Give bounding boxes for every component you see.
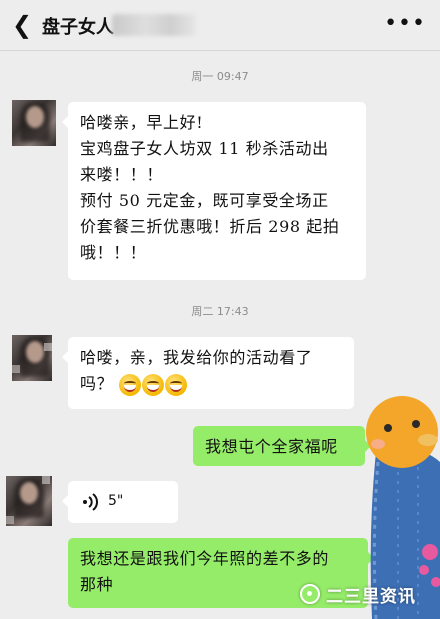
message-line: 我想还是跟我们今年照的差不多的 xyxy=(80,549,330,568)
voice-wave-icon xyxy=(83,493,98,511)
message-bubble-incoming[interactable]: 哈喽亲，早上好! 宝鸡盘子女人坊双 11 秒杀活动出 来喽！！！ 预付 50 元… xyxy=(62,102,366,280)
message-line: 预付 50 元定金，既可享受全场正 xyxy=(80,191,329,210)
message-bubble-incoming[interactable]: 哈喽，亲，我发给你的活动看了 吗？ xyxy=(62,337,354,409)
message-line: 吗？ xyxy=(80,374,114,393)
blurred-contact-name xyxy=(112,14,196,36)
watermark-text: 二三里资讯 xyxy=(326,587,416,607)
voice-message[interactable]: 5" xyxy=(62,481,178,523)
message-bubble-outgoing[interactable]: 我想屯个全家福呢 xyxy=(193,426,371,466)
message-line: 哈喽亲，早上好! xyxy=(80,113,204,132)
message-line: 价套餐三折优惠哦！折后 298 起拍 xyxy=(80,217,340,236)
message-bubble-outgoing[interactable]: 我想还是跟我们今年照的差不多的 那种 xyxy=(68,538,374,608)
timestamp: 周一 09:47 xyxy=(191,70,249,83)
message-line: 哦！！！ xyxy=(80,243,147,262)
avatar[interactable] xyxy=(12,335,52,381)
chat-title: 盘子女人 xyxy=(42,17,114,38)
chevron-left-icon[interactable]: ❮ xyxy=(10,12,34,38)
message-line: 宝鸡盘子女人坊双 11 秒杀活动出 xyxy=(80,139,329,158)
voice-duration: 5" xyxy=(108,493,124,509)
message-line: 哈喽，亲，我发给你的活动看了 xyxy=(80,348,313,367)
more-dots-icon[interactable]: ••• xyxy=(384,10,426,38)
grinning-face-icon xyxy=(164,373,187,396)
grinning-face-icon xyxy=(118,373,141,396)
avatar[interactable] xyxy=(6,476,52,526)
message-line: 来喽！！！ xyxy=(80,165,164,184)
chat-header: ❮ 盘子女人 ••• xyxy=(0,0,440,51)
avatar[interactable] xyxy=(12,100,56,146)
timestamp: 周二 17:43 xyxy=(191,305,249,318)
message-text: 我想屯个全家福呢 xyxy=(205,437,338,456)
grinning-face-icon xyxy=(141,373,164,396)
location-pin-icon xyxy=(300,584,320,604)
